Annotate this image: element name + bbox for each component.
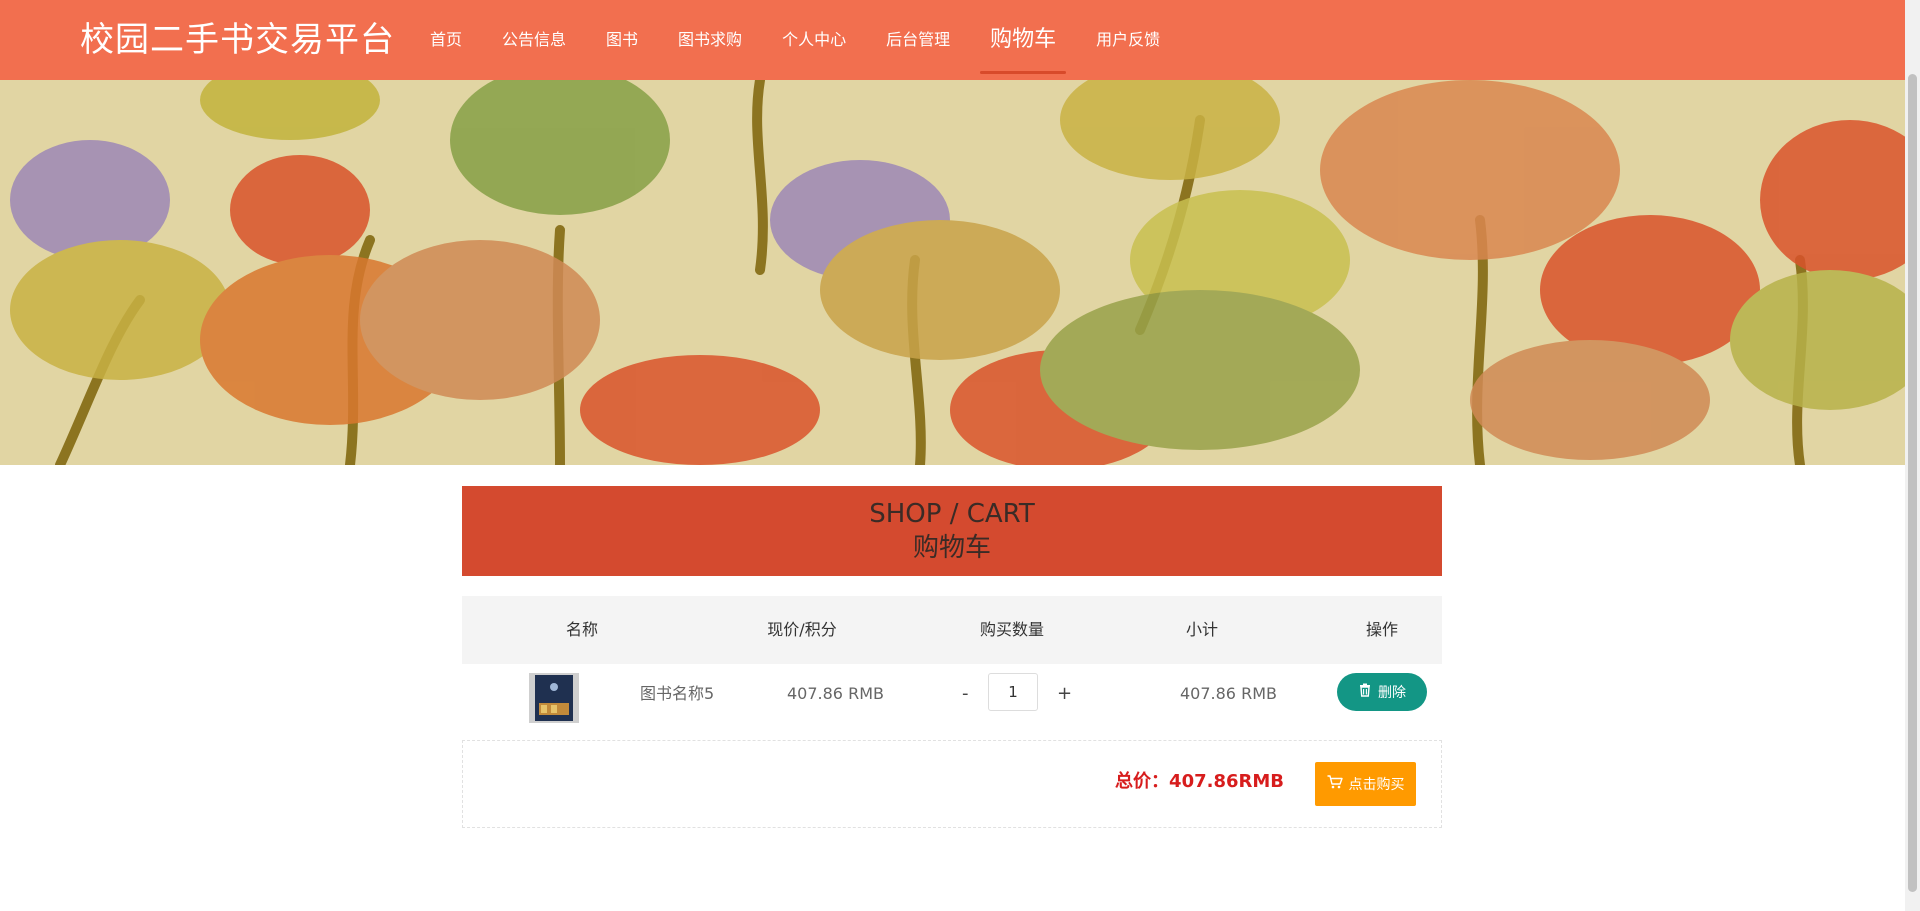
nav-books[interactable]: 图书 [606, 0, 638, 80]
buy-button[interactable]: 点击购买 [1315, 762, 1416, 806]
banner-image [0, 80, 1905, 465]
quantity-input[interactable] [988, 673, 1038, 711]
page-scrollbar[interactable] [1905, 0, 1920, 911]
quantity-increase-button[interactable]: + [1057, 664, 1072, 724]
nav-cart[interactable]: 购物车 [980, 0, 1067, 80]
delete-button[interactable]: 删除 [1337, 673, 1427, 711]
trash-icon [1358, 683, 1372, 701]
cart-icon [1327, 775, 1343, 793]
buy-button-label: 点击购买 [1348, 777, 1405, 793]
book-name[interactable]: 图书名称5 [640, 664, 714, 724]
cart-table-header: 名称 现价/积分 购买数量 小计 操作 [462, 596, 1442, 664]
section-title-en: SHOP / CART [869, 499, 1035, 529]
total-price: 总价：407.86RMB [1115, 771, 1284, 792]
nav-book-requests[interactable]: 图书求购 [678, 0, 742, 80]
table-row: 图书名称5 407.86 RMB - + 407.86 RMB 删除 [462, 664, 1442, 724]
cart-section-header: SHOP / CART 购物车 [462, 486, 1442, 576]
header-quantity: 购买数量 [979, 620, 1044, 639]
site-brand[interactable]: 校园二手书交易平台 [80, 18, 395, 62]
nav-announcements[interactable]: 公告信息 [502, 0, 566, 80]
top-navbar: 校园二手书交易平台 首页 公告信息 图书 图书求购 个人中心 后台管理 购物车 … [0, 0, 1905, 80]
nav-admin[interactable]: 后台管理 [886, 0, 950, 80]
scrollbar-thumb[interactable] [1908, 74, 1917, 892]
book-cover-thumbnail[interactable] [529, 673, 579, 723]
nav-home[interactable]: 首页 [430, 0, 462, 80]
banner-carousel [0, 80, 1905, 465]
row-subtotal: 407.86 RMB [1180, 684, 1277, 703]
header-action: 操作 [1365, 620, 1398, 639]
nav-personal-center[interactable]: 个人中心 [782, 0, 846, 80]
book-price: 407.86 RMB [787, 684, 884, 703]
header-subtotal: 小计 [1185, 620, 1218, 639]
nav-feedback[interactable]: 用户反馈 [1096, 0, 1160, 80]
header-price: 现价/积分 [767, 620, 837, 639]
quantity-decrease-button[interactable]: - [962, 664, 969, 724]
delete-button-label: 删除 [1378, 685, 1406, 701]
cart-summary: 总价：407.86RMB 点击购买 [462, 740, 1442, 828]
section-title-cn: 购物车 [912, 533, 991, 563]
header-name: 名称 [565, 620, 598, 639]
main-nav: 首页 公告信息 图书 图书求购 个人中心 后台管理 购物车 用户反馈 [410, 0, 1180, 80]
